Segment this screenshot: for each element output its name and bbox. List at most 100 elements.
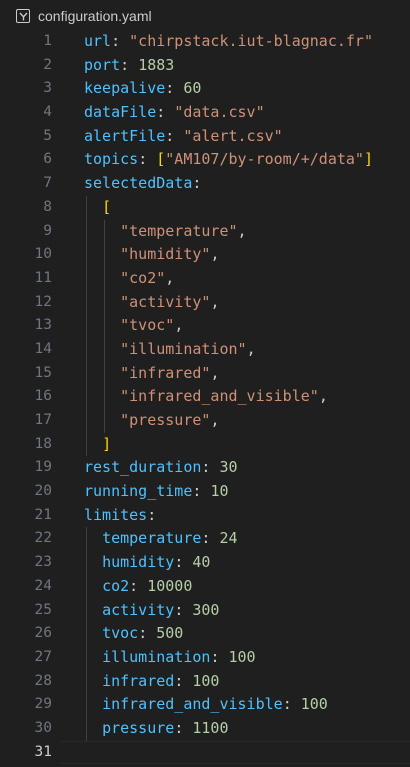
line-number: 14 (34, 340, 52, 357)
code-line[interactable]: 13 "tvoc", (0, 314, 410, 338)
token: tvoc (102, 624, 139, 643)
line-text: infrared_and_visible: 100 (84, 693, 328, 717)
line-number: 5 (43, 127, 52, 144)
token: dataFile (84, 103, 157, 122)
token: : (138, 624, 157, 643)
token: : (174, 553, 193, 572)
code-line[interactable]: 4 dataFile: "data.csv" (0, 101, 410, 125)
code-line[interactable]: 17 "pressure", (0, 409, 410, 433)
code-line[interactable]: 26 tvoc: 500 (0, 622, 410, 646)
code-editor[interactable]: configuration.yaml 1 url: "chirpstack.iut… (0, 0, 410, 767)
code-line[interactable]: 23 humidity: 40 (0, 551, 410, 575)
token: ] (363, 150, 373, 169)
code-line[interactable]: 18 ] (0, 432, 410, 457)
line-number: 25 (34, 601, 52, 618)
line-number: 8 (43, 198, 52, 215)
token: 10 (210, 482, 229, 501)
line-number: 15 (34, 364, 52, 381)
code-line[interactable]: 8 [ (0, 195, 410, 220)
line-number: 12 (34, 293, 52, 310)
code-line[interactable]: 12 "activity", (0, 290, 410, 315)
code-line[interactable]: 9 "temperature", (0, 219, 410, 244)
token: 100 (228, 647, 256, 666)
code-line[interactable]: 10 "humidity", (0, 243, 410, 267)
code-line[interactable]: 21 limites: (0, 504, 410, 528)
line-text: illumination: 100 (84, 646, 256, 670)
token: running_time (84, 482, 193, 501)
token: 1100 (192, 718, 229, 737)
token: , (210, 292, 220, 311)
code-line[interactable]: 16 "infrared_and_visible", (0, 385, 410, 409)
yaml-file-icon (16, 9, 30, 23)
line-text: "tvoc", (84, 314, 183, 338)
file-tab[interactable]: configuration.yaml (16, 6, 152, 26)
line-number: 2 (43, 56, 52, 73)
code-line[interactable]: 31 (0, 740, 410, 765)
token: url (84, 32, 112, 50)
line-text: rest_duration: 30 (84, 456, 238, 480)
line-number: 27 (34, 648, 52, 665)
token: [ (156, 150, 166, 169)
token: pressure (102, 718, 175, 737)
token: 10000 (147, 576, 193, 595)
token: rest_duration (84, 458, 202, 477)
code-line[interactable]: 19 rest_duration: 30 (0, 456, 410, 480)
token: , (165, 268, 175, 287)
token: , (174, 316, 184, 335)
code-line[interactable]: 6 topics: ["AM107/by-room/+/data"] (0, 148, 410, 172)
token: temperature (102, 529, 202, 548)
code-line[interactable]: 27 illumination: 100 (0, 645, 410, 670)
token: keepalive (84, 79, 166, 98)
token: ] (102, 434, 112, 453)
code-line[interactable]: 1 url: "chirpstack.iut-blagnac.fr" (0, 30, 410, 54)
code-line[interactable]: 7 selectedData: (0, 172, 410, 196)
code-line[interactable]: 5 alertFile: "alert.csv" (0, 125, 410, 149)
line-number: 28 (34, 672, 52, 689)
line-number: 1 (43, 33, 52, 49)
code-line[interactable]: 2 port: 1883 (0, 54, 410, 78)
token: 24 (219, 529, 238, 548)
code-line[interactable]: 29 infrared_and_visible: 100 (0, 693, 410, 717)
line-number: 16 (34, 388, 52, 405)
token: "alert.csv" (183, 126, 283, 145)
token: illumination (102, 647, 211, 666)
line-text: selectedData: (84, 172, 201, 196)
line-number: 17 (34, 412, 52, 428)
token: , (237, 221, 247, 240)
token: : (147, 505, 157, 524)
code-line[interactable]: 28 infrared: 100 (0, 669, 410, 694)
token: : (156, 103, 175, 122)
code-line[interactable]: 11 "co2", (0, 266, 410, 291)
code-line[interactable]: 14 "illumination", (0, 337, 410, 362)
line-text: "activity", (84, 291, 219, 315)
line-text: limites: (84, 504, 156, 528)
token: infrared_and_visible (102, 695, 283, 714)
code-line[interactable]: 3 keepalive: 60 (0, 77, 410, 101)
token: "activity" (120, 292, 211, 311)
line-text: humidity: 40 (84, 551, 210, 575)
token: "data.csv" (174, 103, 265, 122)
token: 500 (156, 624, 184, 643)
code-line[interactable]: 20 running_time: 10 (0, 480, 410, 504)
token: , (318, 387, 328, 406)
line-text: infrared: 100 (84, 670, 219, 694)
line-number: 18 (34, 435, 52, 452)
token: : (282, 695, 301, 714)
code-line[interactable]: 15 "infrared", (0, 361, 410, 386)
code-area[interactable]: 1 url: "chirpstack.iut-blagnac.fr" 2 port: … (0, 30, 410, 765)
line-text: co2: 10000 (84, 575, 192, 599)
code-line[interactable]: 24 co2: 10000 (0, 574, 410, 599)
code-line[interactable]: 22 temperature: 24 (0, 527, 410, 552)
code-line[interactable]: 25 activity: 300 (0, 598, 410, 623)
code-line[interactable]: 30 pressure: 1100 (0, 716, 410, 741)
line-number: 24 (34, 577, 52, 594)
